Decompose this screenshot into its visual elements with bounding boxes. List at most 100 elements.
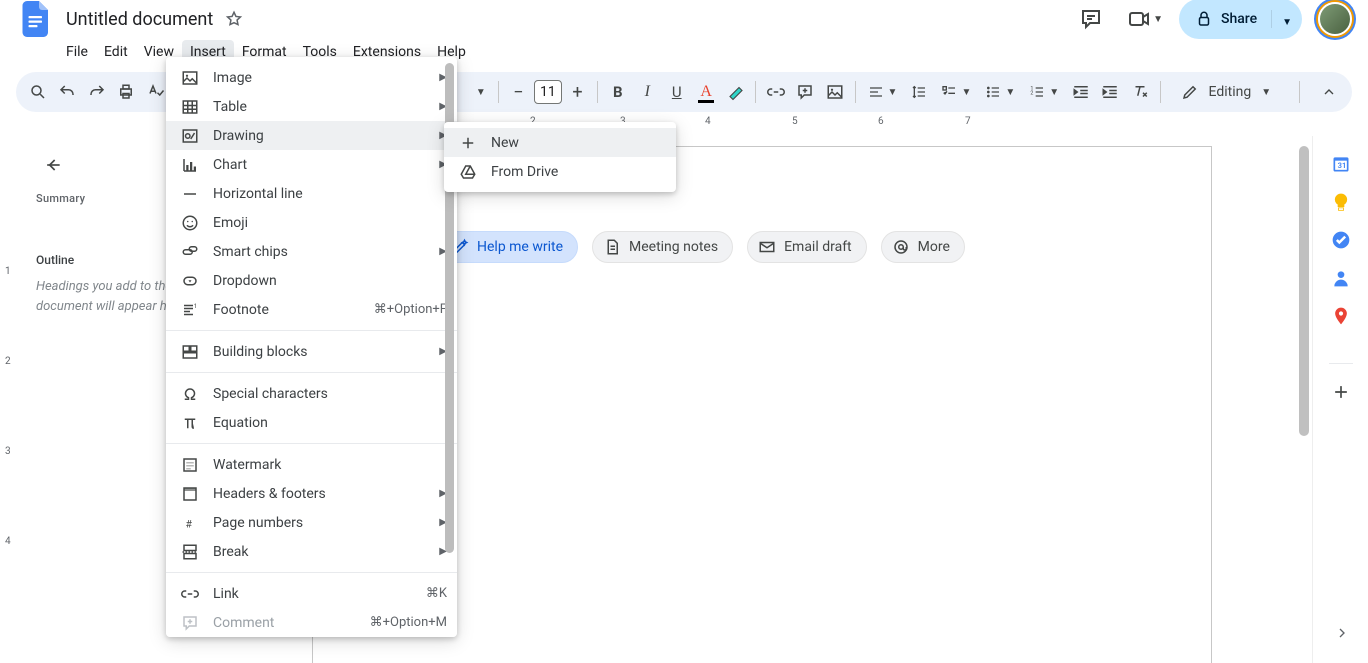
menu-divider [166, 372, 457, 373]
italic-icon[interactable]: I [634, 77, 661, 107]
checklist-dropdown[interactable]: ▼ [935, 84, 977, 100]
comment-history-icon[interactable] [1071, 0, 1111, 39]
close-outline-icon[interactable] [36, 148, 70, 182]
link-icon [180, 585, 200, 603]
insert-menu-item-break[interactable]: Break▶ [166, 537, 457, 566]
docs-logo-icon[interactable] [16, 0, 56, 39]
drawing-submenu-item-new[interactable]: New [444, 128, 676, 157]
emoji-icon [180, 214, 200, 232]
clear-formatting-icon[interactable] [1126, 77, 1153, 107]
insert-menu-item-table[interactable]: Table▶ [166, 92, 457, 121]
insert-menu-item-smart-chips[interactable]: Smart chips▶ [166, 237, 457, 266]
vertical-ruler: 1 2 3 4 [0, 136, 18, 663]
add-comment-icon[interactable] [792, 77, 819, 107]
menu-item-label: Break [213, 544, 439, 560]
caret-down-icon: ▼ [476, 87, 486, 98]
menu-divider [166, 572, 457, 573]
collapse-toolbar-icon[interactable] [1314, 77, 1344, 107]
chip-meeting-notes[interactable]: Meeting notes [592, 231, 733, 263]
increase-font-icon[interactable]: + [564, 77, 591, 107]
document-title[interactable]: Untitled document [66, 9, 213, 30]
menu-item-label: Chart [213, 157, 439, 173]
menu-item-shortcut: ⌘K [426, 586, 447, 601]
insert-menu-item-headers-footers[interactable]: Headers & footers▶ [166, 479, 457, 508]
insert-menu: Image▶Table▶Drawing▶Chart▶Horizontal lin… [166, 57, 457, 637]
share-button[interactable]: Share ▼ [1179, 0, 1302, 39]
align-dropdown[interactable]: ▼ [862, 84, 904, 100]
numbered-list-dropdown[interactable]: 12▼ [1023, 84, 1065, 100]
break-icon [180, 543, 200, 561]
underline-icon[interactable]: U [663, 77, 690, 107]
insert-menu-item-emoji[interactable]: Emoji [166, 208, 457, 237]
hide-side-panel-icon[interactable] [1334, 625, 1350, 641]
menu-item-label: Smart chips [213, 244, 439, 260]
share-label: Share [1221, 11, 1257, 27]
decrease-font-icon[interactable]: − [505, 77, 532, 107]
dropdown-icon [180, 272, 200, 290]
omega-icon [180, 385, 200, 403]
insert-menu-item-watermark[interactable]: Watermark [166, 450, 457, 479]
svg-text:2: 2 [1031, 91, 1034, 97]
insert-menu-item-building-blocks[interactable]: Building blocks▶ [166, 337, 457, 366]
chips-icon [180, 243, 200, 261]
bold-icon[interactable]: B [604, 77, 631, 107]
highlight-icon[interactable] [722, 77, 749, 107]
svg-text:#: # [186, 517, 193, 530]
doc-icon [603, 238, 621, 256]
bulleted-list-dropdown[interactable]: ▼ [979, 84, 1021, 100]
insert-image-icon[interactable] [821, 77, 848, 107]
chart-icon [180, 156, 200, 174]
get-addons-icon[interactable] [1331, 382, 1351, 402]
undo-icon[interactable] [53, 77, 80, 107]
font-family-dropdown[interactable]: ▼ [470, 87, 492, 98]
menu-item-label: Drawing [213, 128, 439, 144]
table-icon [180, 98, 200, 116]
keep-app-icon[interactable] [1331, 192, 1351, 212]
print-icon[interactable] [112, 77, 139, 107]
side-panel: 31 [1312, 136, 1368, 663]
drawing-submenu-item-from-drive[interactable]: From Drive [444, 157, 676, 186]
account-avatar[interactable] [1318, 2, 1352, 36]
menu-file[interactable]: File [58, 40, 96, 64]
hr-icon [180, 185, 200, 203]
editing-mode-dropdown[interactable]: Editing ▼ [1175, 83, 1286, 101]
insert-menu-item-image[interactable]: Image▶ [166, 63, 457, 92]
insert-menu-item-link[interactable]: Link⌘K [166, 579, 457, 608]
insert-menu-item-horizontal-line[interactable]: Horizontal line [166, 179, 457, 208]
insert-menu-item-footnote[interactable]: 1Footnote⌘+Option+F [166, 295, 457, 324]
drawing-icon [180, 127, 200, 145]
text-color-icon[interactable]: A [692, 77, 719, 107]
insert-menu-item-equation[interactable]: Equation [166, 408, 457, 437]
at-icon [892, 238, 910, 256]
tasks-app-icon[interactable] [1331, 230, 1351, 250]
menu-item-label: Page numbers [213, 515, 439, 531]
menu-item-label: Comment [213, 615, 370, 631]
decrease-indent-icon[interactable] [1067, 77, 1094, 107]
insert-menu-item-page-numbers[interactable]: #Page numbers▶ [166, 508, 457, 537]
chip-email-draft[interactable]: Email draft [747, 231, 867, 263]
insert-menu-item-drawing[interactable]: Drawing▶ [166, 121, 457, 150]
chip-more[interactable]: More [881, 231, 965, 263]
share-dropdown[interactable]: ▼ [1272, 10, 1302, 29]
menu-item-label: Footnote [213, 302, 374, 318]
chip-help-me-write[interactable]: Help me write [440, 231, 578, 263]
menu-item-label: Headers & footers [213, 486, 439, 502]
insert-menu-item-dropdown[interactable]: Dropdown [166, 266, 457, 295]
font-size-input[interactable]: 11 [534, 80, 562, 104]
increase-indent-icon[interactable] [1097, 77, 1124, 107]
calendar-app-icon[interactable]: 31 [1331, 154, 1351, 174]
svg-text:31: 31 [1337, 161, 1346, 170]
insert-menu-item-chart[interactable]: Chart▶ [166, 150, 457, 179]
star-icon[interactable] [225, 10, 243, 28]
search-menus-icon[interactable] [24, 77, 51, 107]
meet-button[interactable]: ▼ [1127, 7, 1163, 31]
menu-edit[interactable]: Edit [96, 40, 136, 64]
maps-app-icon[interactable] [1331, 306, 1351, 326]
blocks-icon [180, 343, 200, 361]
vertical-scrollbar[interactable] [1299, 146, 1309, 436]
insert-menu-item-special-characters[interactable]: Special characters [166, 379, 457, 408]
insert-link-icon[interactable] [762, 77, 789, 107]
line-spacing-dropdown[interactable] [905, 84, 933, 100]
redo-icon[interactable] [83, 77, 110, 107]
contacts-app-icon[interactable] [1331, 268, 1351, 288]
